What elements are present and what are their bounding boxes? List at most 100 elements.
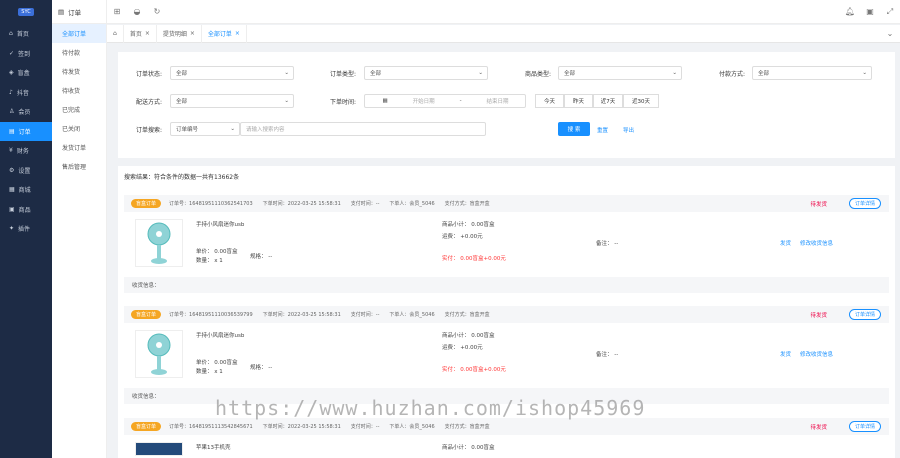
order-status-select[interactable]: 全部 ⌄: [170, 66, 294, 80]
shop-icon: ▦: [9, 186, 15, 194]
search-button[interactable]: 搜 索: [558, 122, 590, 136]
subnav-item[interactable]: 发货订单: [52, 138, 106, 157]
sidebar-item-label: 订单: [18, 128, 31, 136]
sidebar-item[interactable]: ✓ 签到: [0, 44, 52, 64]
unit-price: 单价： 0.00盲盒: [196, 360, 238, 366]
refresh-icon[interactable]: ↻: [147, 7, 167, 16]
ship-link[interactable]: 发货: [780, 239, 791, 247]
home-icon: ⌂: [9, 30, 13, 38]
goods-type-select[interactable]: 全部 ⌄: [558, 66, 682, 80]
order-detail-button[interactable]: 订单详情: [848, 309, 881, 320]
pay-time-label: 支付时间：: [350, 424, 376, 430]
save-icon[interactable]: ▣: [860, 7, 880, 16]
quick-date-button[interactable]: 今天: [535, 94, 564, 108]
pay-time: --: [375, 200, 380, 207]
tab-label: 提货明细: [162, 31, 187, 38]
order-no: 16481951113542845671: [189, 423, 253, 430]
sidebar-item[interactable]: ♙ 会员: [0, 102, 52, 122]
sidebar-item-label: 会员: [18, 109, 31, 117]
pay-time: --: [375, 423, 380, 430]
sidebar-item[interactable]: ▣ 商品: [0, 200, 52, 220]
order-header: 盲盒订单 订单号： 16481951110362541703 下单时间： 2022-…: [124, 195, 889, 212]
sidebar-item[interactable]: ▤ 订单: [0, 121, 52, 141]
order-no: 16481951110036539799: [189, 311, 253, 318]
status-badge: 待发货: [810, 424, 827, 431]
subnav-item[interactable]: 待发货: [52, 62, 106, 81]
spec: 规格： --: [250, 254, 273, 260]
sidebar: SYC ⌂ 首页 ✓ 签到 ◈ 盲盒 ♪ 抖音 ♙ 会员 ▤ 订单 ¥ 财务 ⚙ 设置 ▦ 商城 ▣ 商品 ✦ 插件: [0, 0, 52, 458]
sidebar-item[interactable]: ◈ 盲盒: [0, 63, 52, 83]
goods-name[interactable]: 苹果13手机壳: [196, 443, 231, 451]
subnav-item[interactable]: 待收货: [52, 81, 106, 100]
edit-address-link[interactable]: 修改收货信息: [800, 350, 833, 358]
sidebar-item-label: 抖音: [16, 89, 29, 97]
close-icon[interactable]: ×: [145, 30, 150, 37]
tab-label: 全部订单: [207, 31, 232, 38]
sidebar-item-label: 盲盒: [17, 70, 30, 78]
freight: 运费： +0.00元: [442, 234, 483, 240]
goods-name[interactable]: 手持小风扇迷你usb: [196, 220, 244, 228]
sidebar-item[interactable]: ✦ 插件: [0, 219, 52, 239]
pay-time: --: [375, 311, 380, 318]
pay-method-select[interactable]: 全部 ⌄: [752, 66, 872, 80]
order-detail-button[interactable]: 订单详情: [848, 421, 881, 432]
close-icon[interactable]: ×: [190, 30, 195, 37]
sidebar-item[interactable]: ¥ 财务: [0, 141, 52, 161]
freight: 运费： +0.00元: [442, 345, 483, 351]
search-type-select[interactable]: 订单编号 ⌄: [170, 122, 240, 136]
delivery-select[interactable]: 全部 ⌄: [170, 94, 294, 108]
order-remark: 备注： --: [596, 241, 619, 247]
ship-link[interactable]: 发货: [780, 350, 791, 358]
subnav-item[interactable]: 售后管理: [52, 157, 106, 176]
order-time: 2022-03-25 15:58:31: [287, 311, 341, 318]
sidebar-item[interactable]: ⌂ 首页: [0, 24, 52, 44]
quick-date-button[interactable]: 昨天: [564, 94, 593, 108]
reset-link[interactable]: 重置: [597, 126, 608, 134]
pay-method-label: 支付方式：: [444, 201, 470, 207]
subnav-item[interactable]: 已完成: [52, 100, 106, 119]
sidebar-item-label: 商品: [18, 206, 31, 214]
sidebar-item[interactable]: ♪ 抖音: [0, 83, 52, 103]
tab[interactable]: 全部订单 ×: [202, 24, 247, 43]
order-detail-button[interactable]: 订单详情: [848, 198, 881, 209]
edit-address-link[interactable]: 修改收货信息: [800, 239, 833, 247]
product-image: [135, 330, 183, 378]
chevron-down-icon[interactable]: ⌄: [880, 29, 900, 38]
order-time-label: 下单时间：: [262, 424, 288, 430]
calendar-icon: ▦: [382, 98, 388, 104]
order-no-label: 订单号：: [169, 201, 190, 207]
fullscreen-icon[interactable]: ⤢: [880, 7, 900, 17]
grid-icon[interactable]: ⊞: [107, 7, 127, 16]
chevron-down-icon: ⌄: [284, 70, 289, 76]
tab[interactable]: 首页 ×: [124, 24, 157, 43]
tab[interactable]: 提货明细 ×: [157, 24, 202, 43]
order-header: 盲盒订单 订单号： 16481951110036539799 下单时间： 2022-…: [124, 306, 889, 323]
sidebar-item[interactable]: ⚙ 设置: [0, 161, 52, 181]
home-tab[interactable]: ⌂: [107, 24, 124, 43]
tab-bar: ⌂ 首页 × 提货明细 × 全部订单 × ⌄: [107, 24, 900, 43]
goods-icon: ▣: [9, 205, 15, 213]
subnav-item[interactable]: 已关闭: [52, 119, 106, 138]
pay-method: 盲盒开盒: [469, 424, 490, 430]
dashboard-icon[interactable]: ◒: [127, 7, 147, 16]
chevron-down-icon: ⌄: [862, 70, 867, 76]
order-no-label: 订单号：: [169, 312, 190, 318]
pay-method: 盲盒开盒: [469, 312, 490, 318]
subnav-item[interactable]: 待付款: [52, 43, 106, 62]
bell-icon[interactable]: 🔔︎: [840, 7, 860, 16]
search-input[interactable]: 请输入搜索内容: [240, 122, 486, 136]
order-no-label: 订单号：: [169, 424, 190, 430]
export-link[interactable]: 导出: [623, 126, 634, 134]
quick-date-button[interactable]: 近7天: [593, 94, 623, 108]
date-range-picker[interactable]: ▦ 开始日期 - 结束日期: [364, 94, 526, 108]
order-type-select[interactable]: 全部 ⌄: [364, 66, 488, 80]
quick-date-button[interactable]: 近30天: [623, 94, 659, 108]
goods-subtotal: 商品小计： 0.00盲盒: [442, 333, 495, 339]
goods-name[interactable]: 手持小风扇迷你usb: [196, 331, 244, 339]
close-icon[interactable]: ×: [235, 30, 240, 37]
buyer-label: 下单人：: [389, 424, 410, 430]
pay-method: 盲盒开盒: [469, 201, 490, 207]
sidebar-item[interactable]: ▦ 商城: [0, 180, 52, 200]
subnav-item[interactable]: 全部订单: [52, 24, 106, 43]
user-icon: ♙: [9, 108, 15, 116]
